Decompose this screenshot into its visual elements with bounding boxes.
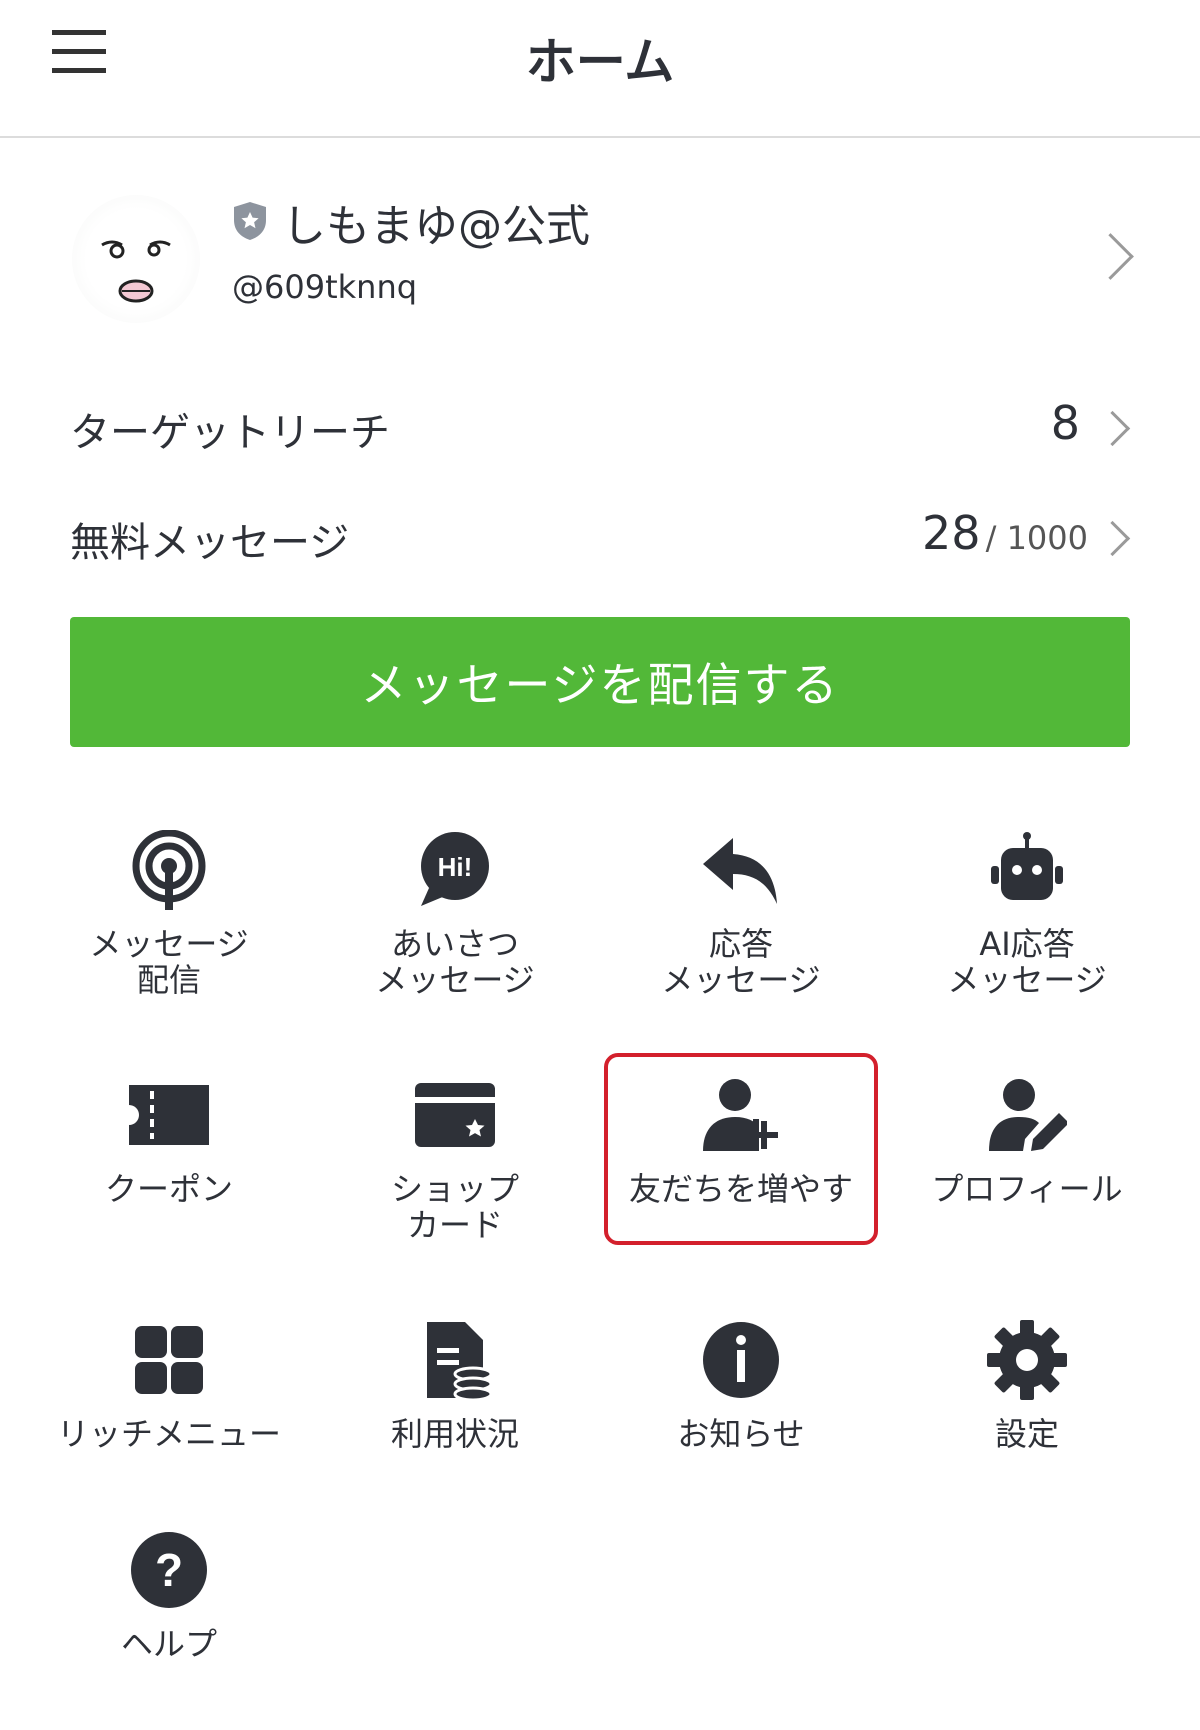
menu-item-label: お知らせ [677, 1415, 805, 1453]
menu-item-label: メッセージ 配信 [89, 925, 249, 999]
free-messages-row[interactable]: 無料メッセージ 28 / 1000 [0, 492, 1200, 582]
account-handle: @609tknnq [232, 268, 418, 306]
shop-card-icon [415, 1083, 495, 1147]
free-messages-label: 無料メッセージ [70, 520, 350, 566]
info-icon [703, 1322, 779, 1398]
hi-speech-bubble-icon: Hi! [421, 832, 489, 906]
verified-shield-icon [234, 202, 266, 240]
menu-item-shop-card[interactable]: ショップ カード [312, 1075, 598, 1275]
menu-item-profile[interactable]: プロフィール [884, 1075, 1170, 1275]
menu-item-coupon[interactable]: クーポン [26, 1075, 312, 1275]
chevron-right-icon [1094, 520, 1131, 557]
menu-item-label: あいさつ メッセージ [375, 925, 535, 999]
reply-arrow-icon [703, 838, 777, 904]
menu-item-label: AI応答 メッセージ [947, 925, 1107, 999]
add-friend-icon [703, 1079, 778, 1151]
menu-item-label: クーポン [104, 1170, 233, 1208]
menu-item-ai-reply[interactable]: AI応答 メッセージ [884, 830, 1170, 1030]
target-reach-value: 8 [1050, 396, 1080, 450]
account-name: しもまゆ@公式 [282, 201, 590, 252]
menu-item-rich-menu[interactable]: リッチメニュー [26, 1320, 312, 1520]
target-reach-label: ターゲットリーチ [70, 410, 390, 456]
menu-item-auto-reply[interactable]: 応答 メッセージ [598, 830, 884, 1030]
broadcast-icon [132, 830, 206, 910]
grid-icon [135, 1326, 203, 1394]
menu-item-label: プロフィール [931, 1170, 1123, 1208]
menu-item-label: 利用状況 [390, 1415, 519, 1453]
help-icon: ? [131, 1532, 207, 1608]
gear-icon [987, 1320, 1067, 1400]
page-title: ホーム [525, 33, 675, 91]
free-messages-counter: 28 / 1000 [922, 506, 1088, 560]
menu-item-label: リッチメニュー [56, 1415, 281, 1453]
menu-item-help[interactable]: ? ヘルプ [26, 1530, 312, 1730]
menu-item-label: 友だちを増やす [628, 1170, 853, 1208]
menu-item-add-friends[interactable]: 友だちを増やす [598, 1075, 884, 1275]
send-message-button[interactable]: メッセージを配信する [70, 617, 1130, 747]
usage-document-icon [427, 1322, 493, 1400]
menu-item-label: 設定 [994, 1415, 1059, 1453]
menu-item-label: 応答 メッセージ [661, 925, 821, 999]
app-header: ホーム [0, 0, 1200, 138]
svg-text:?: ? [155, 1544, 183, 1596]
menu-item-label: ヘルプ [120, 1625, 217, 1663]
menu-item-label: ショップ カード [390, 1170, 519, 1244]
robot-icon [991, 832, 1063, 900]
chevron-right-icon [1087, 233, 1134, 280]
account-profile-row[interactable]: しもまゆ@公式 @609tknnq [0, 180, 1200, 330]
ticket-icon [129, 1085, 209, 1145]
menu-item-greeting-message[interactable]: Hi! あいさつ メッセージ [312, 830, 598, 1030]
menu-item-usage[interactable]: 利用状況 [312, 1320, 598, 1520]
chevron-right-icon [1094, 410, 1131, 447]
avatar [72, 195, 200, 323]
free-messages-used: 28 [921, 506, 981, 560]
svg-text:Hi!: Hi! [438, 852, 473, 882]
menu-item-message-broadcast[interactable]: メッセージ 配信 [26, 830, 312, 1030]
profile-edit-icon [989, 1079, 1067, 1151]
free-messages-limit: / 1000 [985, 519, 1088, 557]
menu-item-notices[interactable]: お知らせ [598, 1320, 884, 1520]
menu-item-settings[interactable]: 設定 [884, 1320, 1170, 1520]
target-reach-row[interactable]: ターゲットリーチ 8 [0, 382, 1200, 472]
